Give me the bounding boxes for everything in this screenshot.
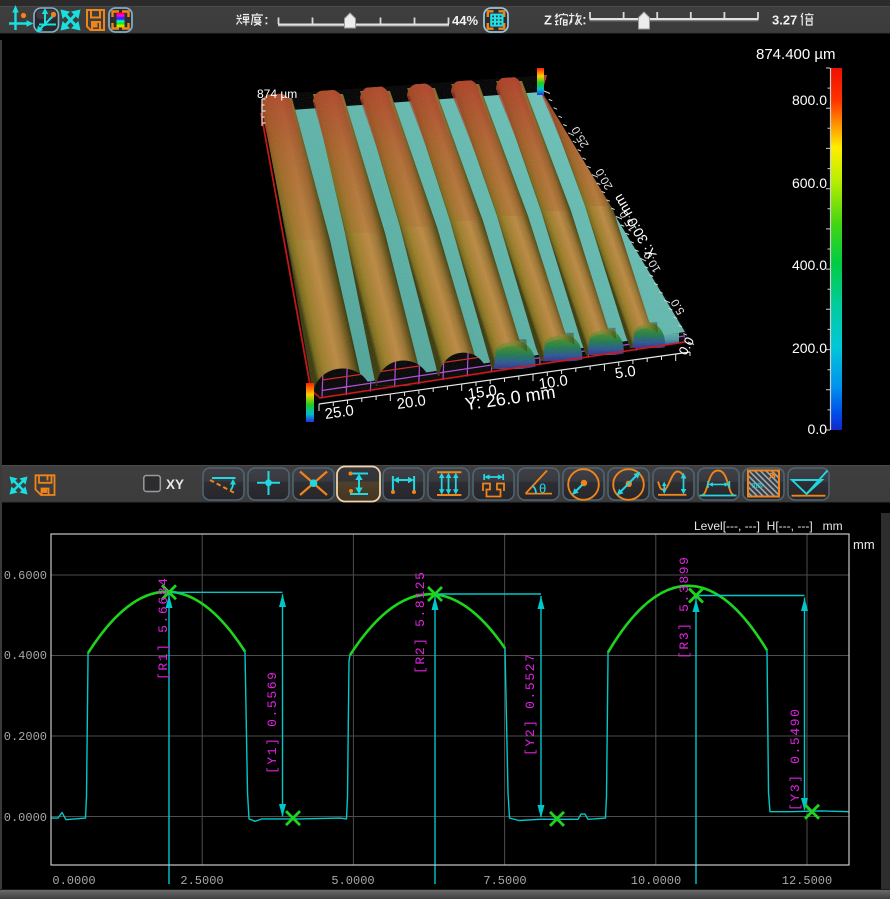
svg-text:[Y3] 0.5490: [Y3] 0.5490 <box>788 709 803 811</box>
svg-text:874 µm: 874 µm <box>257 87 297 101</box>
svg-text:20.0: 20.0 <box>396 392 427 413</box>
svg-text:25.0: 25.0 <box>324 402 355 423</box>
svg-text:mm: mm <box>752 481 763 491</box>
svg-text:200.0: 200.0 <box>792 340 827 356</box>
svg-text:[Y2] 0.5527: [Y2] 0.5527 <box>523 654 538 756</box>
svg-text:[R1] 5.6684: [R1] 5.6684 <box>156 578 171 680</box>
svg-text:[R3] 5.3899: [R3] 5.3899 <box>677 557 692 659</box>
svg-text:12.5000: 12.5000 <box>782 874 832 888</box>
svg-text:874.400 µm: 874.400 µm <box>756 46 836 63</box>
svg-text:10.0000: 10.0000 <box>631 874 681 888</box>
svg-text:0.0: 0.0 <box>808 421 828 437</box>
svg-text:5.0: 5.0 <box>614 363 637 383</box>
svg-text:0.0000: 0.0000 <box>4 811 47 825</box>
svg-text:600.0: 600.0 <box>792 175 827 191</box>
svg-text:400.0: 400.0 <box>792 257 827 273</box>
svg-text:[Y1] 0.5569: [Y1] 0.5569 <box>265 672 280 774</box>
svg-text:2.5000: 2.5000 <box>180 874 223 888</box>
svg-text:θ: θ <box>539 481 546 496</box>
svg-text:0.4000: 0.4000 <box>4 649 47 663</box>
svg-text:0.0000: 0.0000 <box>52 874 95 888</box>
svg-text:3.27: 3.27 <box>772 13 797 28</box>
svg-text:Z: Z <box>544 13 552 28</box>
svg-text:800.0: 800.0 <box>792 92 827 108</box>
svg-text:0.2000: 0.2000 <box>4 730 47 744</box>
svg-text:[R2] 5.8125: [R2] 5.8125 <box>413 572 428 674</box>
svg-text:7.5000: 7.5000 <box>483 874 526 888</box>
svg-text:5.0000: 5.0000 <box>331 874 374 888</box>
svg-text:0.6000: 0.6000 <box>4 569 47 583</box>
